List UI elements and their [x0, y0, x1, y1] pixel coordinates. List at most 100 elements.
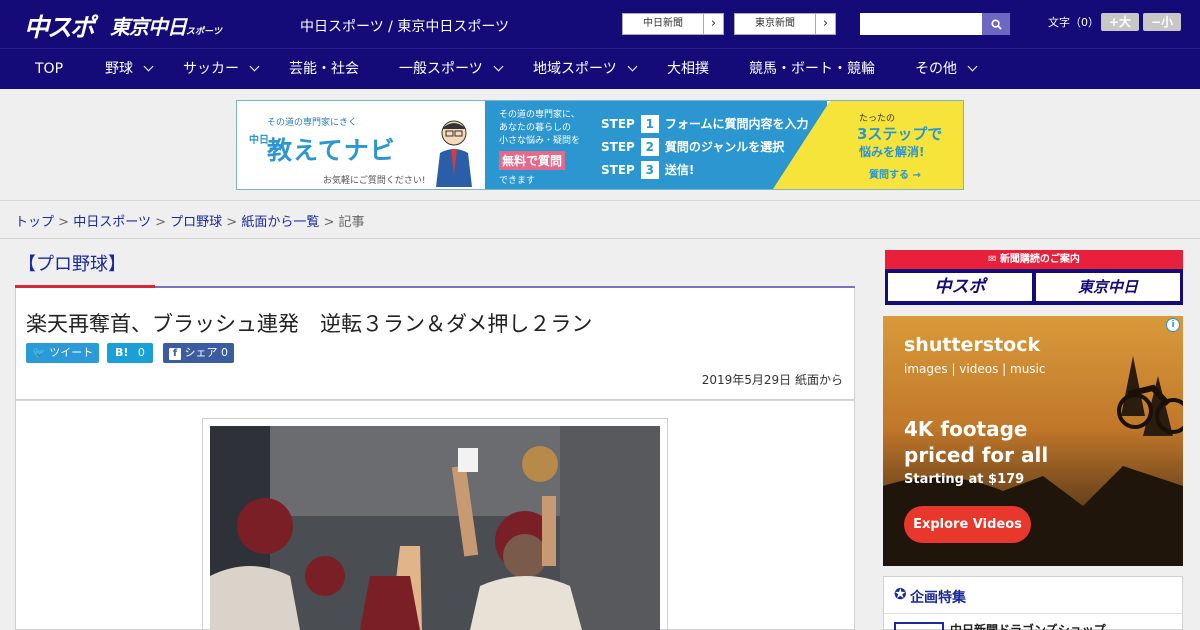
feature-item-dragons-shop[interactable]: 中日新聞ドラゴンズショップ: [950, 621, 1106, 630]
breadcrumb: トップ > 中日スポーツ > プロ野球 > 紙面から一覧 > 記事: [15, 211, 365, 230]
header-bar: 中スポ 東京中日スポーツ 中日スポーツ / 東京中日スポーツ 中日新聞 › 東京…: [0, 0, 1200, 48]
nav-item-regional-sports[interactable]: 地域スポーツ: [533, 49, 638, 89]
chunichi-shimbun-link[interactable]: 中日新聞 ›: [622, 13, 724, 35]
hatena-button[interactable]: B! 0: [107, 343, 153, 363]
breadcrumb-sep: >: [155, 215, 166, 230]
chevron-right-icon: ›: [703, 14, 723, 34]
banner-step-3: STEP 3 送信!: [601, 161, 694, 179]
ad-subtitle: images | videos | music: [904, 362, 1046, 376]
search-input[interactable]: [860, 13, 982, 35]
chevron-down-icon: [143, 61, 154, 72]
nav-item-general-sports[interactable]: 一般スポーツ: [399, 49, 504, 89]
breadcrumb-link-paper-list[interactable]: 紙面から一覧: [241, 215, 319, 230]
breadcrumb-link-pro-baseball[interactable]: プロ野球: [170, 215, 222, 230]
nav-item-entertainment[interactable]: 芸能・社会: [289, 49, 359, 89]
nav-item-label: 地域スポーツ: [533, 61, 617, 77]
tweet-button[interactable]: 🐦 ツイート: [26, 343, 100, 363]
newspaper-icon: ✉: [988, 254, 1000, 265]
nav-item-other[interactable]: その他: [915, 49, 978, 89]
banner-mid-line: 小さな悩み・疑問を: [499, 136, 581, 146]
nav-item-label: その他: [915, 61, 957, 77]
site-title: 中日スポーツ / 東京中日スポーツ: [300, 19, 510, 35]
banner-step-2: STEP 2 質問のジャンルを選択: [601, 138, 784, 156]
banner-tagline: その道の専門家にきく: [267, 118, 358, 128]
divider: [0, 238, 1200, 239]
tokyo-chunichi-logo-small: スポーツ: [186, 27, 222, 37]
search-button[interactable]: [982, 13, 1010, 35]
breadcrumb-sep: >: [58, 215, 70, 230]
feature-thumbnail[interactable]: [894, 622, 944, 630]
ribbon-icon: ✪: [894, 585, 907, 603]
chevron-right-icon: ›: [815, 14, 835, 34]
nav-item-baseball[interactable]: 野球: [105, 49, 154, 89]
subscription-heading-text: 新聞購読のご案内: [999, 254, 1080, 265]
main-nav: TOP 野球 サッカー 芸能・社会 一般スポーツ 地域スポーツ 大相撲 競馬・ボ…: [0, 48, 1200, 89]
facebook-share-button[interactable]: f シェア 0: [163, 343, 234, 363]
feature-title: 企画特集: [910, 590, 966, 606]
nav-item-sumo[interactable]: 大相撲: [667, 49, 709, 89]
hatena-icon: B!: [115, 346, 129, 359]
breadcrumb-current: 記事: [338, 215, 365, 230]
chuspo-logo[interactable]: 中スポ: [24, 8, 95, 44]
category-title: 【プロ野球】: [18, 254, 126, 275]
breadcrumb-link-chunichi-sports[interactable]: 中日スポーツ: [73, 215, 151, 230]
ad-price: Starting at $179: [904, 472, 1025, 487]
nav-item-label: 芸能・社会: [289, 61, 359, 77]
banner-step-num: 2: [640, 138, 659, 156]
font-larger-button[interactable]: +大: [1101, 13, 1139, 31]
article-photo-image: [210, 426, 660, 630]
banner-right-line-3: 悩みを解消!: [859, 145, 925, 159]
article-headline: 楽天再奪首、ブラッシュ連発 逆転３ラン＆ダメ押し２ラン: [26, 312, 593, 336]
tokyo-chunichi-logo[interactable]: 東京中日スポーツ: [110, 11, 222, 40]
nav-item-label: サッカー: [183, 61, 239, 77]
banner-step-text: 質問のジャンルを選択: [664, 140, 785, 154]
font-size-label: 文字（0）: [1048, 16, 1099, 29]
banner-step-num: 3: [640, 161, 659, 179]
banner-free-badge: 無料で質問: [499, 151, 566, 170]
divider: [884, 613, 1182, 614]
banner-step-1: STEP 1 フォームに質問内容を入力: [601, 115, 808, 133]
breadcrumb-link-top[interactable]: トップ: [15, 215, 54, 230]
expert-avatar-icon: [436, 120, 472, 187]
breadcrumb-sep: >: [226, 215, 238, 230]
explore-videos-button[interactable]: Explore Videos: [904, 506, 1031, 543]
search-icon: [990, 18, 1002, 30]
ad-brand: shutterstock: [904, 334, 1041, 356]
twitter-icon: 🐦: [32, 346, 46, 359]
chevron-down-icon: [627, 61, 638, 72]
ad-headline-line-1: 4K footage: [904, 417, 1028, 441]
shutterstock-ad[interactable]: i shutterstock images | videos | music 4…: [883, 316, 1183, 566]
nav-item-label: 競馬・ボート・競輪: [749, 61, 875, 77]
banner-mid-line: あなたの暮らしの: [499, 123, 572, 133]
tokyo-shimbun-link[interactable]: 東京新聞 ›: [734, 13, 836, 35]
banner-chunichi: 中日: [249, 135, 269, 146]
banner-step-word: STEP: [601, 163, 635, 177]
banner-right-line-2: 3ステップで: [857, 125, 943, 143]
share-count: 0: [221, 346, 228, 359]
oshiete-navi-banner[interactable]: その道の専門家にきく 中日 教えてナビ お気軽にご質問ください! その道の専門家…: [236, 100, 964, 190]
chunichi-shimbun-label: 中日新聞: [643, 18, 683, 29]
nav-item-soccer[interactable]: サッカー: [183, 49, 260, 89]
banner-mid-line: その道の専門家に、: [499, 110, 580, 120]
nav-item-label: 野球: [105, 61, 133, 77]
breadcrumb-sep: >: [323, 215, 335, 230]
subscribe-tokyo-chunichi-button[interactable]: 東京中日: [1036, 273, 1180, 301]
banner-step-num: 1: [640, 115, 659, 133]
banner-title: 教えてナビ: [267, 136, 396, 165]
nav-item-label: 大相撲: [667, 61, 709, 77]
nav-item-racing[interactable]: 競馬・ボート・競輪: [749, 49, 875, 89]
tokyo-shimbun-label: 東京新聞: [755, 18, 795, 29]
banner-step-word: STEP: [601, 117, 635, 131]
feature-box: ✪ 企画特集 中日新聞ドラゴンズショップ: [883, 576, 1183, 630]
ad-headline: 4K footage priced for all: [904, 416, 1048, 468]
subscription-heading: ✉ 新聞購読のご案内: [885, 250, 1183, 269]
tokyo-chunichi-logo-text: 東京中日: [110, 15, 187, 39]
nav-item-top[interactable]: TOP: [35, 49, 63, 89]
banner-step-text: 送信!: [664, 163, 695, 177]
font-smaller-button[interactable]: −小: [1143, 13, 1181, 31]
banner-ask-link[interactable]: 質問する →: [869, 166, 921, 181]
ad-info-icon[interactable]: i: [1166, 318, 1180, 332]
banner-step-text: フォームに質問内容を入力: [664, 117, 809, 131]
subscribe-chuspo-button[interactable]: 中スポ: [888, 273, 1032, 301]
article-photo[interactable]: [210, 426, 660, 630]
